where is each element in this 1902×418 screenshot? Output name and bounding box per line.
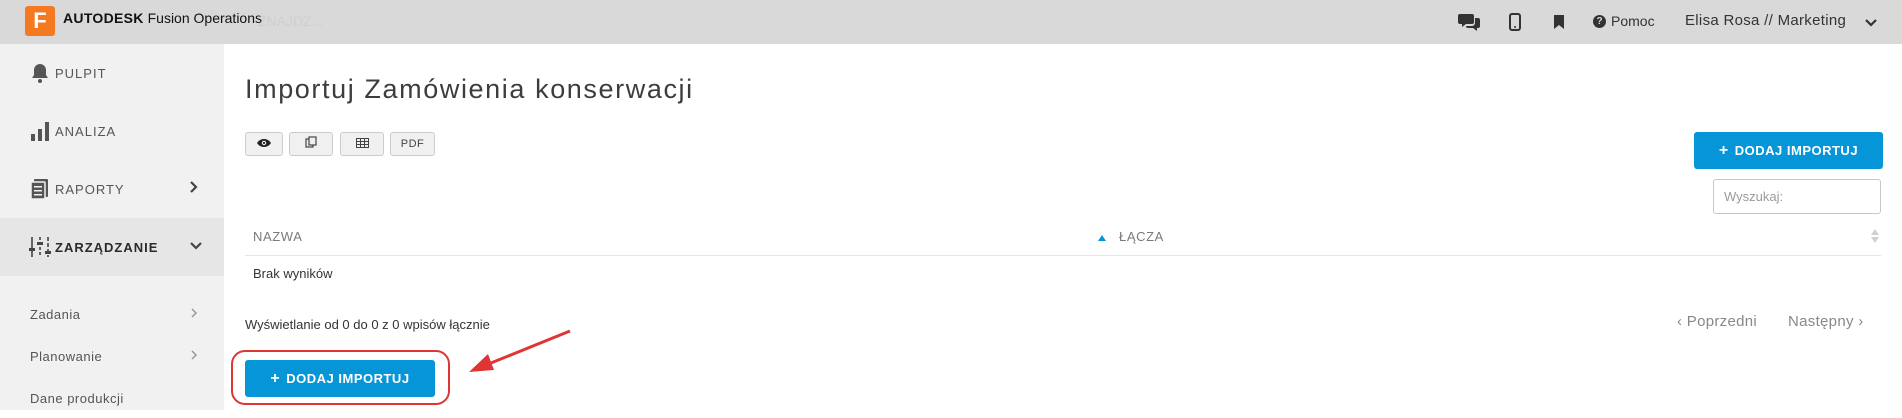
sidebar-item-label: ANALIZA [55,123,117,139]
sidebar-item-pulpit[interactable]: PULPIT [0,44,224,102]
plus-icon: + [1718,141,1729,159]
sidebar-item-zarzadzanie[interactable]: ZARZĄDZANIE [0,218,224,276]
chevron-right-icon [190,347,198,365]
copy-button[interactable] [289,132,333,156]
empty-table-message: Brak wyników [253,266,333,281]
search-input[interactable] [1713,179,1881,214]
sort-icon[interactable] [1870,228,1880,249]
faded-search-text: ZNAJDŹ... [258,13,324,29]
add-import-bottom-button[interactable]: + DODAJ IMPORTUJ [245,360,435,397]
brand-product: Fusion Operations [143,10,263,26]
pdf-label: PDF [400,138,425,150]
copy-icon [305,135,317,153]
chat-icon[interactable] [1457,11,1481,33]
column-header-nazwa[interactable]: NAZWA [253,229,302,244]
help-link[interactable]: ? Pomoc [1593,13,1655,29]
mobile-icon[interactable] [1509,11,1521,33]
sidebar-item-label: PULPIT [55,65,107,81]
sidebar-item-label: RAPORTY [55,181,125,197]
add-import-label: DODAJ IMPORTUJ [1734,143,1859,158]
table-info: Wyświetlanie od 0 do 0 z 0 wpisów łączni… [245,317,490,332]
table-divider [245,255,1881,256]
brand-name: AUTODESK Fusion Operations [63,10,262,26]
add-import-button[interactable]: + DODAJ IMPORTUJ [1694,132,1883,169]
sidebar-subitem-label: Planowanie [30,348,103,364]
export-pdf-button[interactable]: PDF [390,132,435,156]
next-page-button[interactable]: Następny › [1788,313,1864,330]
report-icon [28,177,52,201]
previous-page-button[interactable]: ‹ Poprzedni [1677,313,1757,330]
eye-icon [256,135,272,153]
sidebar-item-label: ZARZĄDZANIE [55,239,159,255]
annotation-arrow [469,329,571,372]
brand-bold: AUTODESK [63,10,144,26]
bookmark-icon[interactable] [1553,11,1565,33]
sidebar-subitem-label: Zadania [30,306,81,322]
sidebar-subitem-dane-produkcji[interactable]: Dane produkcji [0,378,224,418]
toggle-columns-button[interactable] [245,132,283,156]
chevron-right-icon [189,180,199,199]
sidebar: PULPIT ANALIZA RAPORTY ZARZĄDZANIE Zadan… [0,44,224,410]
sidebar-subitem-zadania[interactable]: Zadania [0,294,224,334]
sliders-icon [28,235,52,259]
table-icon [355,135,369,153]
add-import-label: DODAJ IMPORTUJ [286,371,410,386]
fusion-logo-icon[interactable]: F [25,6,55,36]
bar-chart-icon [28,119,52,143]
user-menu[interactable]: Elisa Rosa // Marketing [1685,12,1846,29]
sidebar-subitem-label: Dane produkcji [30,390,124,406]
column-header-lacza[interactable]: ŁĄCZA [1119,229,1164,244]
sidebar-subitem-planowanie[interactable]: Planowanie [0,336,224,376]
bell-icon [28,61,52,85]
plus-icon: + [270,369,281,387]
sidebar-item-analiza[interactable]: ANALIZA [0,102,224,160]
sort-ascending-icon[interactable] [1097,229,1107,247]
top-bar: F AUTODESK Fusion Operations ZNAJDŹ... ?… [0,0,1902,44]
sidebar-item-raporty[interactable]: RAPORTY [0,160,224,218]
page-title: Importuj Zamówienia konserwacji [245,74,694,104]
help-label: Pomoc [1611,13,1655,29]
chevron-down-icon[interactable] [1864,15,1878,33]
export-excel-button[interactable] [340,132,384,156]
chevron-down-icon [189,238,203,256]
chevron-right-icon [190,305,198,323]
help-icon: ? [1593,14,1606,28]
